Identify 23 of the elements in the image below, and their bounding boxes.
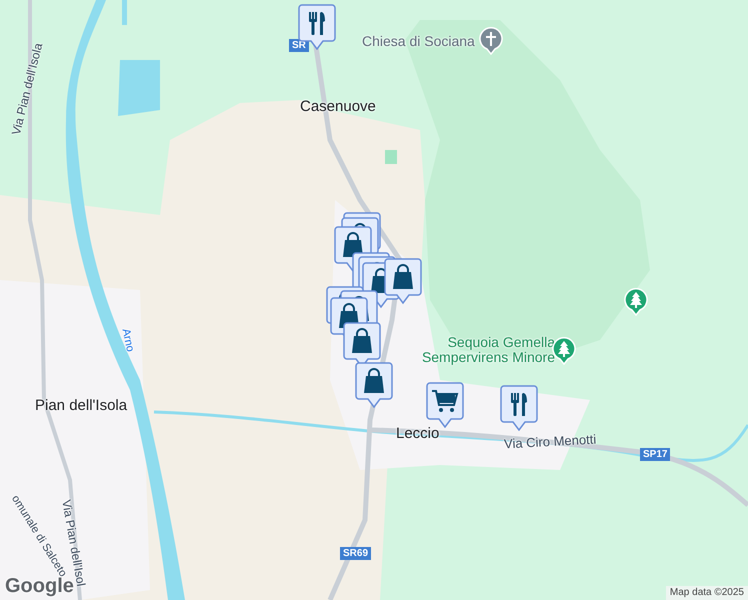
shopping-bag-icon bbox=[393, 264, 413, 289]
road-number-badge: SP17 bbox=[640, 448, 670, 461]
street-label: Via Pian dell'Isola bbox=[8, 41, 46, 137]
street-label: Via Ciro Menotti bbox=[504, 430, 597, 454]
fork-knife-icon bbox=[511, 393, 527, 416]
place-label: Casenuove bbox=[300, 97, 376, 117]
cart-icon bbox=[432, 390, 458, 412]
lake bbox=[118, 60, 160, 116]
sports-field bbox=[385, 150, 397, 164]
park-label: Sequoia Gemella Sempervirens Minore bbox=[420, 335, 555, 365]
cross-pin-icon[interactable] bbox=[479, 27, 503, 55]
lake bbox=[122, 0, 127, 25]
shopping-bag-icon bbox=[352, 328, 372, 353]
shop-marker-cluster[interactable] bbox=[326, 212, 423, 408]
shopping-bag-icon bbox=[364, 368, 384, 393]
place-label: Pian dell'Isola bbox=[35, 396, 128, 416]
river-label: Arno bbox=[118, 327, 138, 354]
tree-pin-icon[interactable] bbox=[624, 288, 648, 316]
poi-label: Chiesa di Sociana bbox=[362, 32, 475, 51]
place-label: Leccio bbox=[396, 424, 440, 444]
fork-knife-icon bbox=[309, 12, 325, 35]
map-attribution: Map data ©2025 bbox=[666, 586, 748, 600]
road-number-badge: SR69 bbox=[340, 547, 372, 560]
